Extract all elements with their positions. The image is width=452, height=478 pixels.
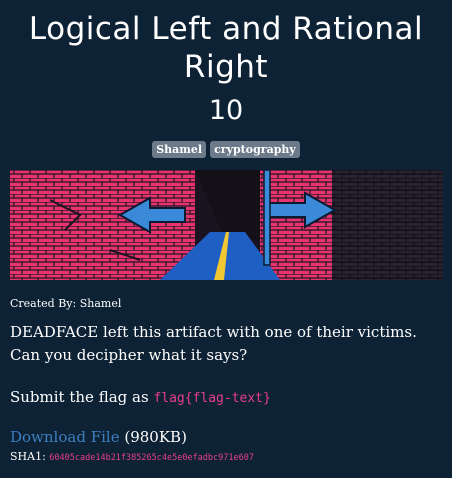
flag-format: flag{flag-text} [153,391,271,406]
sha-label: SHA1: [10,450,46,463]
tag-list: Shamel cryptography [0,141,452,158]
tag-category: cryptography [210,141,300,158]
created-by: Created By: Shamel [10,297,122,310]
submit-prefix: Submit the flag as [10,388,149,406]
download-file-link[interactable]: Download File [10,428,120,446]
challenge-banner-image [10,170,443,280]
sha-value: 60405cade14b21f385265c4e5e0efadbc971e607 [49,453,254,463]
challenge-title: Logical Left and Rational Right [28,11,424,85]
challenge-points: 10 [208,95,244,126]
tag-author: Shamel [152,141,207,158]
sha-row: SHA1: 60405cade14b21f385265c4e5e0efadbc9… [10,449,254,466]
challenge-description: DEADFACE left this artifact with one of … [10,323,417,364]
submit-instructions: Submit the flag as flag{flag-text} [10,386,271,410]
file-size: (980KB) [124,428,187,446]
download-row: Download File (980KB) [10,426,187,448]
